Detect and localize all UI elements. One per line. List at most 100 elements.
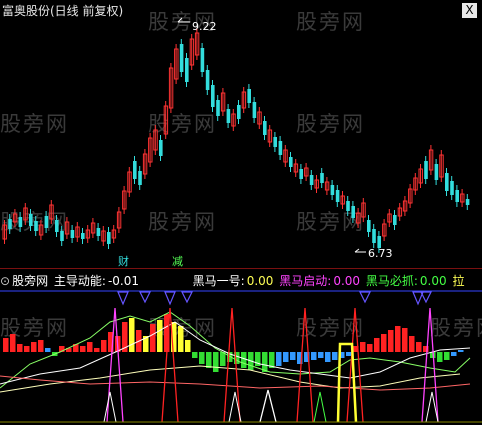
histogram-bar <box>24 346 30 352</box>
histogram-bar <box>45 348 51 352</box>
field-label-heima1: 黑马一号: <box>192 274 245 288</box>
histogram-bar <box>3 338 9 352</box>
candle-body <box>434 164 439 180</box>
candle-body <box>185 58 189 82</box>
candle-body <box>320 173 324 183</box>
histogram-bar <box>325 352 331 362</box>
candle-body <box>226 109 231 123</box>
histogram-bar <box>87 342 93 352</box>
histogram-bar <box>157 320 163 352</box>
histogram-bar <box>374 338 380 352</box>
histogram-bar <box>381 334 387 352</box>
histogram-bar <box>262 352 268 372</box>
histogram-bar <box>178 326 184 352</box>
candle-body <box>55 220 59 232</box>
candle-body <box>424 161 428 179</box>
spike-signal <box>259 389 277 423</box>
candlestick-series <box>2 28 470 253</box>
histogram-bar <box>150 324 156 352</box>
histogram-bar <box>283 352 289 362</box>
candle-body <box>216 100 220 116</box>
histogram-bar <box>402 328 408 352</box>
candle-body <box>393 215 397 225</box>
candle-body <box>179 44 184 72</box>
histogram-bar <box>38 340 44 352</box>
candle-body <box>138 171 142 185</box>
histogram-bar <box>346 352 352 356</box>
candle-body <box>18 217 23 227</box>
candle-body <box>289 157 293 167</box>
candle-body <box>205 70 210 90</box>
histogram-bar <box>360 342 366 352</box>
indicator-header: ⊙ 股旁网 主导动能: -0.01 黑马一号: 0.00 黑马启动: 0.00 黑马必抓… <box>0 272 482 288</box>
signal-triangle <box>359 291 371 304</box>
candle-body <box>44 216 49 228</box>
indicator-value: -0.01 <box>107 274 140 288</box>
candle-body <box>330 185 335 195</box>
price-candlestick-chart: 9.22 6.73 财 减 <box>2 17 470 268</box>
histogram-bar <box>101 340 107 352</box>
histogram-bar <box>290 352 296 360</box>
spike-signal-small <box>313 391 327 423</box>
candle-body <box>8 219 12 229</box>
indicator-source: 股旁网 <box>12 274 49 288</box>
candle-body <box>351 206 355 218</box>
field-label-heima-catch: 黑马必抓: <box>365 274 418 288</box>
candle-body <box>211 85 215 107</box>
high-marker-arrow <box>177 17 183 23</box>
spike-signal <box>296 307 314 423</box>
event-label-reduce[interactable]: 减 <box>172 255 183 268</box>
candle-body <box>346 201 350 211</box>
candle-body <box>252 102 257 118</box>
histogram-bar <box>10 334 16 352</box>
low-price-label: 6.73 <box>368 247 393 260</box>
histogram-bar <box>451 352 457 356</box>
histogram-bar <box>332 352 338 360</box>
candle-body <box>34 221 38 231</box>
candle-body <box>200 48 205 72</box>
field-label-heima-start: 黑马启动: <box>279 274 332 288</box>
candle-body <box>465 199 470 205</box>
event-label-finance[interactable]: 财 <box>118 254 129 268</box>
histogram-bar <box>388 330 394 352</box>
histogram-bar <box>213 352 219 372</box>
histogram-bar <box>80 346 86 352</box>
field-value-heima-catch: 0.00 <box>419 274 447 288</box>
histogram-bar <box>318 352 324 358</box>
spike-signal-small <box>103 391 117 423</box>
high-price-label: 9.22 <box>192 20 217 33</box>
indicator-name: 主导动能: <box>53 274 106 288</box>
indicator-chart <box>0 290 482 423</box>
histogram-bar <box>192 352 198 358</box>
candle-body <box>309 175 314 185</box>
histogram-bar <box>199 352 205 364</box>
histogram-bar <box>409 336 415 352</box>
candle-body <box>133 161 137 179</box>
candle-body <box>372 229 376 243</box>
field-value-heima1: 0.00 <box>246 274 274 288</box>
signal-triangle <box>117 291 129 306</box>
candle-body <box>96 228 101 236</box>
histogram-bar <box>17 344 23 352</box>
histogram-bar <box>458 350 464 352</box>
histogram-bar <box>367 344 373 352</box>
spike-signal <box>421 307 439 423</box>
candle-body <box>335 190 340 202</box>
histogram-bar <box>444 352 450 360</box>
spike-signal <box>106 307 124 423</box>
candle-body <box>107 232 111 244</box>
histogram-bar <box>311 352 317 360</box>
histogram-bar <box>206 352 212 368</box>
candle-body <box>450 181 454 195</box>
candle-body <box>367 220 371 232</box>
signal-triangle <box>181 291 193 304</box>
candle-body <box>263 121 267 135</box>
indicator-series <box>0 290 482 423</box>
candle-body <box>237 105 241 119</box>
histogram-bar <box>220 352 226 366</box>
histogram-bar <box>416 342 422 352</box>
candle-body <box>455 190 459 202</box>
collapse-icon[interactable]: ⊙ <box>0 274 10 288</box>
candle-body <box>70 230 75 238</box>
histogram-bar <box>129 318 135 352</box>
